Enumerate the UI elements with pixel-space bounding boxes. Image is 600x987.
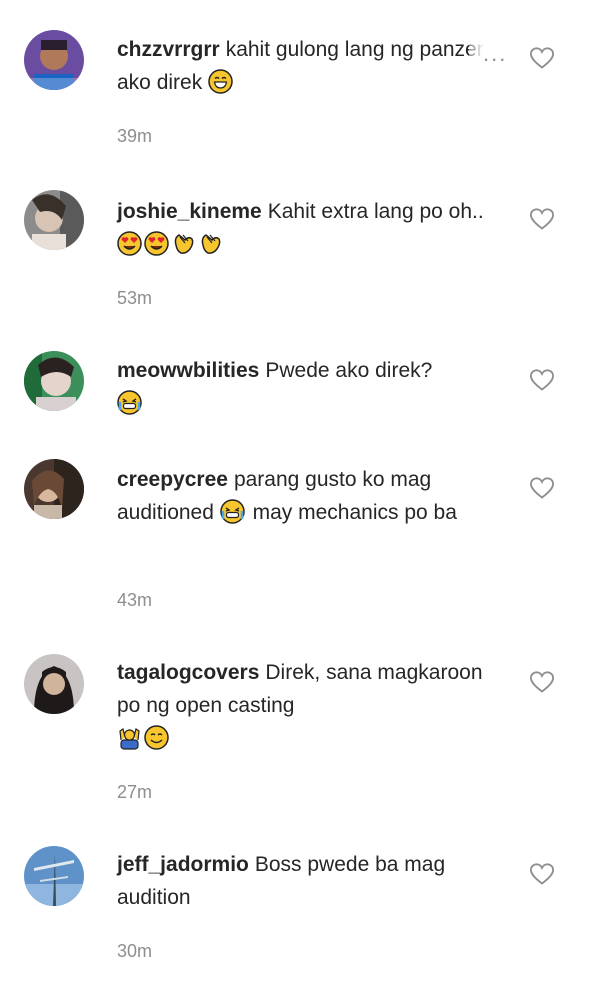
comment-username[interactable]: jeff_jadormio bbox=[117, 853, 249, 876]
person-raising-hands-emoji-icon bbox=[117, 725, 142, 750]
grin-face-emoji-icon bbox=[208, 69, 233, 94]
comment-timestamp[interactable]: 39m bbox=[117, 126, 152, 147]
comment-username[interactable]: tagalogcovers bbox=[117, 661, 259, 684]
comment-username[interactable]: creepycree bbox=[117, 468, 228, 491]
avatar[interactable] bbox=[24, 190, 84, 250]
heart-outline-icon[interactable] bbox=[529, 476, 555, 500]
comment-username[interactable]: joshie_kineme bbox=[117, 200, 262, 223]
smiling-face-emoji-icon bbox=[144, 725, 169, 750]
comment-username[interactable]: chzzvrrgrr bbox=[117, 38, 220, 61]
heart-outline-icon[interactable] bbox=[529, 368, 555, 392]
clapping-hands-emoji-icon bbox=[171, 231, 196, 256]
heart-outline-icon[interactable] bbox=[529, 207, 555, 231]
grimacing-tears-face-emoji-icon bbox=[117, 390, 142, 415]
heart-outline-icon[interactable] bbox=[529, 670, 555, 694]
comment-timestamp[interactable]: 53m bbox=[117, 288, 152, 309]
comment-text: Pwede ako direk? bbox=[265, 359, 433, 382]
comment-timestamp[interactable]: 30m bbox=[117, 941, 152, 962]
avatar[interactable] bbox=[24, 654, 84, 714]
comment-timestamp[interactable]: 43m bbox=[117, 590, 152, 611]
avatar[interactable] bbox=[24, 846, 84, 906]
clapping-hands-emoji-icon bbox=[198, 231, 223, 256]
heart-outline-icon[interactable] bbox=[529, 862, 555, 886]
heart-eyes-face-emoji-icon bbox=[117, 231, 142, 256]
heart-eyes-face-emoji-icon bbox=[144, 231, 169, 256]
comment-timestamp[interactable]: 27m bbox=[117, 782, 152, 803]
avatar[interactable] bbox=[24, 459, 84, 519]
avatar[interactable] bbox=[24, 351, 84, 411]
comment-text-after-emoji: may mechanics po ba bbox=[252, 501, 457, 524]
heart-outline-icon[interactable] bbox=[529, 46, 555, 70]
avatar[interactable] bbox=[24, 30, 84, 90]
comment-text: Kahit extra lang po oh.. bbox=[267, 200, 484, 223]
grimacing-tears-face-emoji-icon bbox=[220, 499, 245, 524]
more-options-icon[interactable]: ... bbox=[469, 43, 508, 65]
comment-username[interactable]: meowwbilities bbox=[117, 359, 259, 382]
